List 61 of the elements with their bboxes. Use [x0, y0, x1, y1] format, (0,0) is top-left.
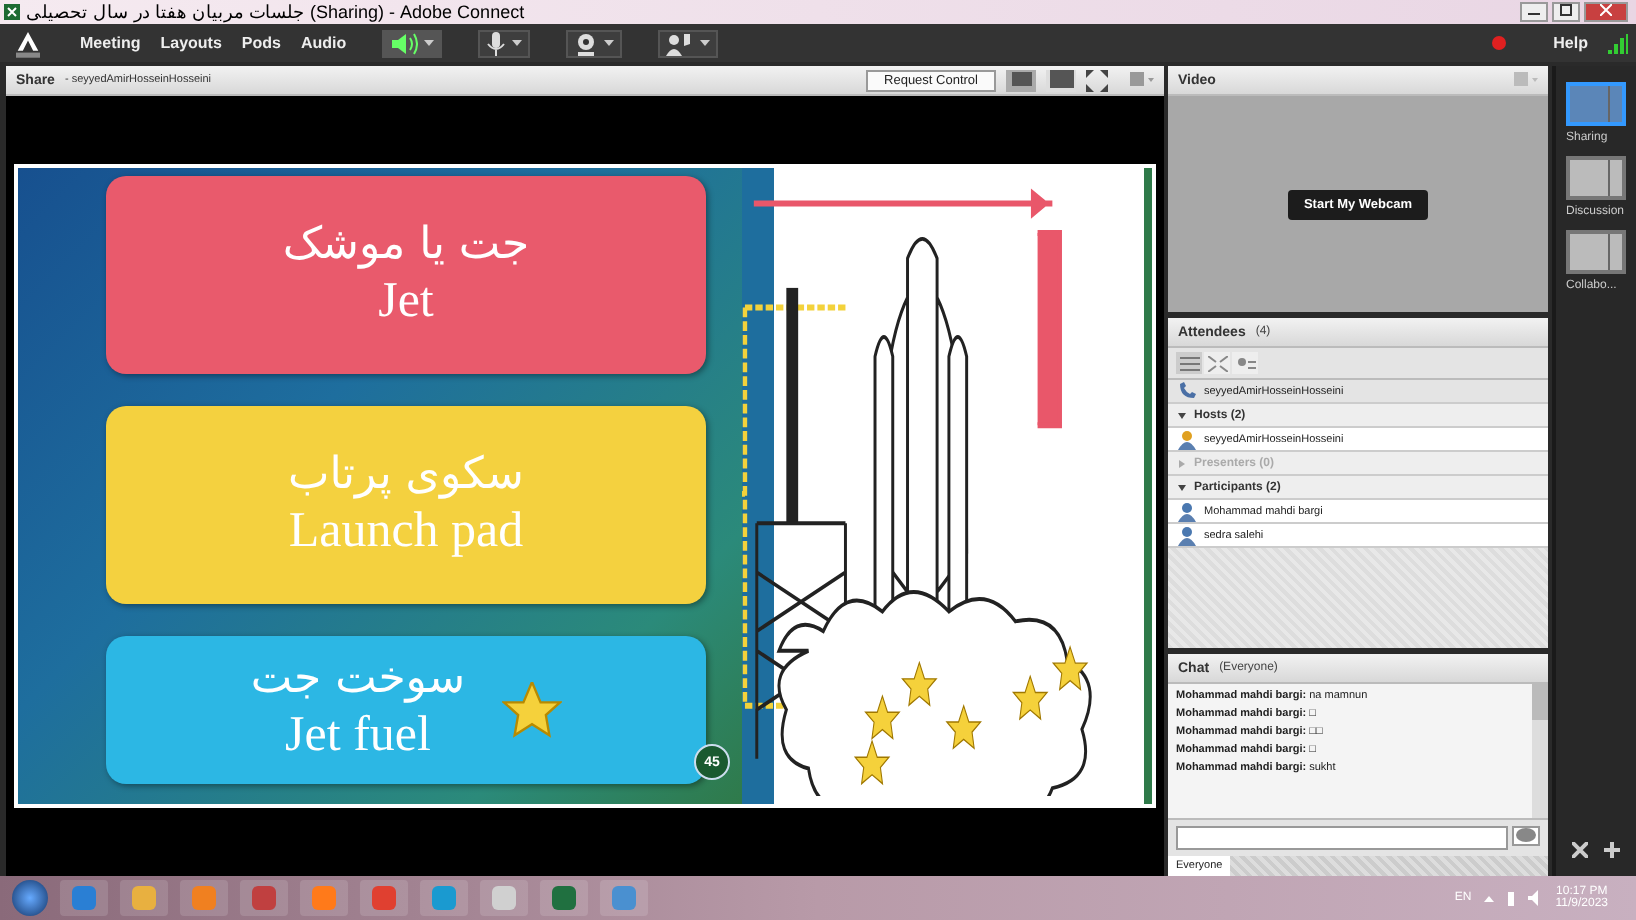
persian-term: جت یا موشک — [282, 219, 530, 270]
microphone-button[interactable] — [478, 29, 531, 57]
window-title: جلسات مربیان هفتا در سال تحصیلی (Sharing) - Adobe Connect — [26, 2, 525, 22]
menu-item[interactable]: Audio — [300, 34, 347, 52]
star-icon — [501, 681, 562, 738]
expanded-arrow-icon[interactable] — [1178, 411, 1186, 419]
persian-term: سکوی پرتاب — [288, 449, 524, 500]
speaker-icon — [390, 31, 419, 55]
english-term: Jet fuel — [285, 708, 431, 765]
pod-options-icon[interactable] — [1514, 72, 1538, 88]
delete-layout-button[interactable] — [1572, 842, 1588, 864]
phone-icon — [1178, 382, 1196, 400]
app-icon — [4, 4, 20, 20]
caret-icon — [700, 40, 711, 46]
user-icon — [1178, 501, 1196, 521]
raised-hand-icon — [666, 31, 695, 55]
webcam-button[interactable] — [566, 29, 623, 57]
start-button[interactable] — [12, 880, 48, 916]
persian-term: سوخت جت — [250, 654, 466, 705]
microphone-icon — [486, 31, 507, 55]
role-view-button[interactable] — [1232, 352, 1258, 374]
pod-options-icon[interactable] — [1130, 72, 1154, 88]
actual-size-button[interactable] — [1046, 69, 1076, 91]
list-view-button[interactable] — [1176, 352, 1202, 374]
collapsed-arrow-icon[interactable] — [1178, 459, 1186, 467]
maximize-button[interactable] — [1552, 2, 1580, 22]
taskbar-app-icon[interactable] — [540, 880, 588, 916]
maximize-icon — [1560, 4, 1572, 16]
menu-item[interactable]: Pods — [241, 34, 281, 52]
close-button[interactable] — [1584, 2, 1628, 22]
recording-indicator-icon — [1491, 36, 1506, 50]
raise-hand-button[interactable] — [658, 29, 719, 57]
taskbar-app-icon[interactable] — [360, 880, 408, 916]
add-layout-button[interactable] — [1604, 842, 1620, 864]
caret-icon — [604, 40, 615, 46]
menu-item[interactable]: Layouts — [160, 34, 222, 52]
adobe-logo-icon — [16, 29, 40, 57]
send-message-button[interactable] — [1512, 826, 1540, 846]
help-menu[interactable]: Help — [1553, 34, 1588, 52]
taskbar-app-icon[interactable] — [480, 880, 528, 916]
webcam-icon — [574, 31, 599, 55]
scrollbar[interactable] — [1532, 684, 1548, 818]
caret-icon — [512, 40, 523, 46]
close-icon — [1600, 4, 1612, 16]
fullscreen-icon[interactable] — [1086, 69, 1108, 91]
english-term: Jet — [378, 273, 434, 330]
menu-item[interactable]: Meeting — [80, 34, 141, 52]
speaker-button[interactable] — [382, 29, 443, 57]
chat-input-field[interactable] — [1176, 826, 1508, 850]
english-term: Launch pad — [288, 503, 524, 560]
minimize-button[interactable] — [1520, 2, 1548, 22]
connection-signal-icon — [1608, 33, 1628, 53]
user-icon — [1178, 429, 1196, 449]
user-icon — [1178, 525, 1196, 545]
grid-view-button[interactable] — [1204, 352, 1230, 374]
caret-icon — [424, 40, 435, 46]
taskbar-app-icon[interactable] — [120, 880, 168, 916]
taskbar-app-icon[interactable] — [240, 880, 288, 916]
tray-icons[interactable] — [1483, 890, 1544, 906]
fit-view-button[interactable] — [1006, 69, 1036, 91]
expanded-arrow-icon[interactable] — [1178, 483, 1186, 491]
